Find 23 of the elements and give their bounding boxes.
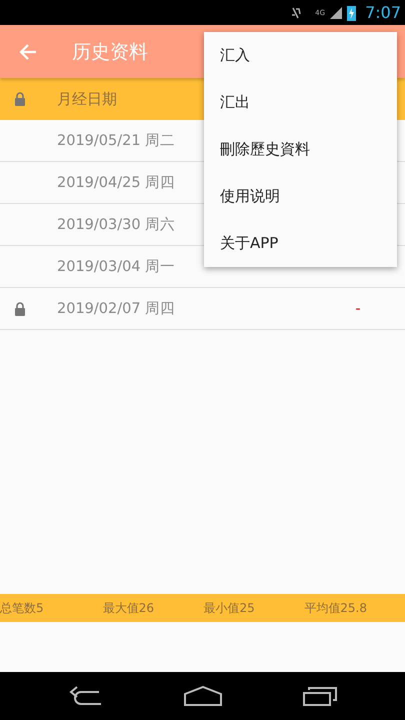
menu-item[interactable]: 使用说明 xyxy=(204,173,397,220)
summary-stat: 总笔数5 xyxy=(0,600,45,616)
summary-stat: 最大值26 xyxy=(102,600,156,616)
menu-item[interactable]: 刪除歷史資料 xyxy=(204,126,397,173)
date-cell-text: 2019/03/04 周一 xyxy=(57,258,176,276)
menu-item[interactable]: 汇入 xyxy=(204,32,397,79)
battery-icon xyxy=(347,4,356,20)
menu-item[interactable]: 关于APP xyxy=(204,220,397,267)
screen-title: 历史资料 xyxy=(72,40,148,64)
signal-icon xyxy=(330,6,342,18)
summary-stat: 最小值25 xyxy=(204,600,256,616)
date-cell-text: 2019/04/25 周四 xyxy=(57,174,176,192)
date-cell-text: 2019/05/21 周二 xyxy=(57,132,176,150)
summary-stat: 平均值25.8 xyxy=(304,600,368,616)
home-icon[interactable] xyxy=(184,686,222,706)
menu-item[interactable]: 汇出 xyxy=(204,79,397,126)
date-cell-text: 2019/02/07 周四 xyxy=(57,300,176,318)
clock-time: 7:07 xyxy=(365,3,401,22)
recent-apps-icon[interactable] xyxy=(302,686,336,706)
value-cell-text: - xyxy=(354,300,362,316)
back-icon[interactable] xyxy=(68,686,102,706)
date-cell-text: 2019/03/30 周六 xyxy=(57,216,176,234)
column-header: 月经日期 xyxy=(57,90,117,108)
